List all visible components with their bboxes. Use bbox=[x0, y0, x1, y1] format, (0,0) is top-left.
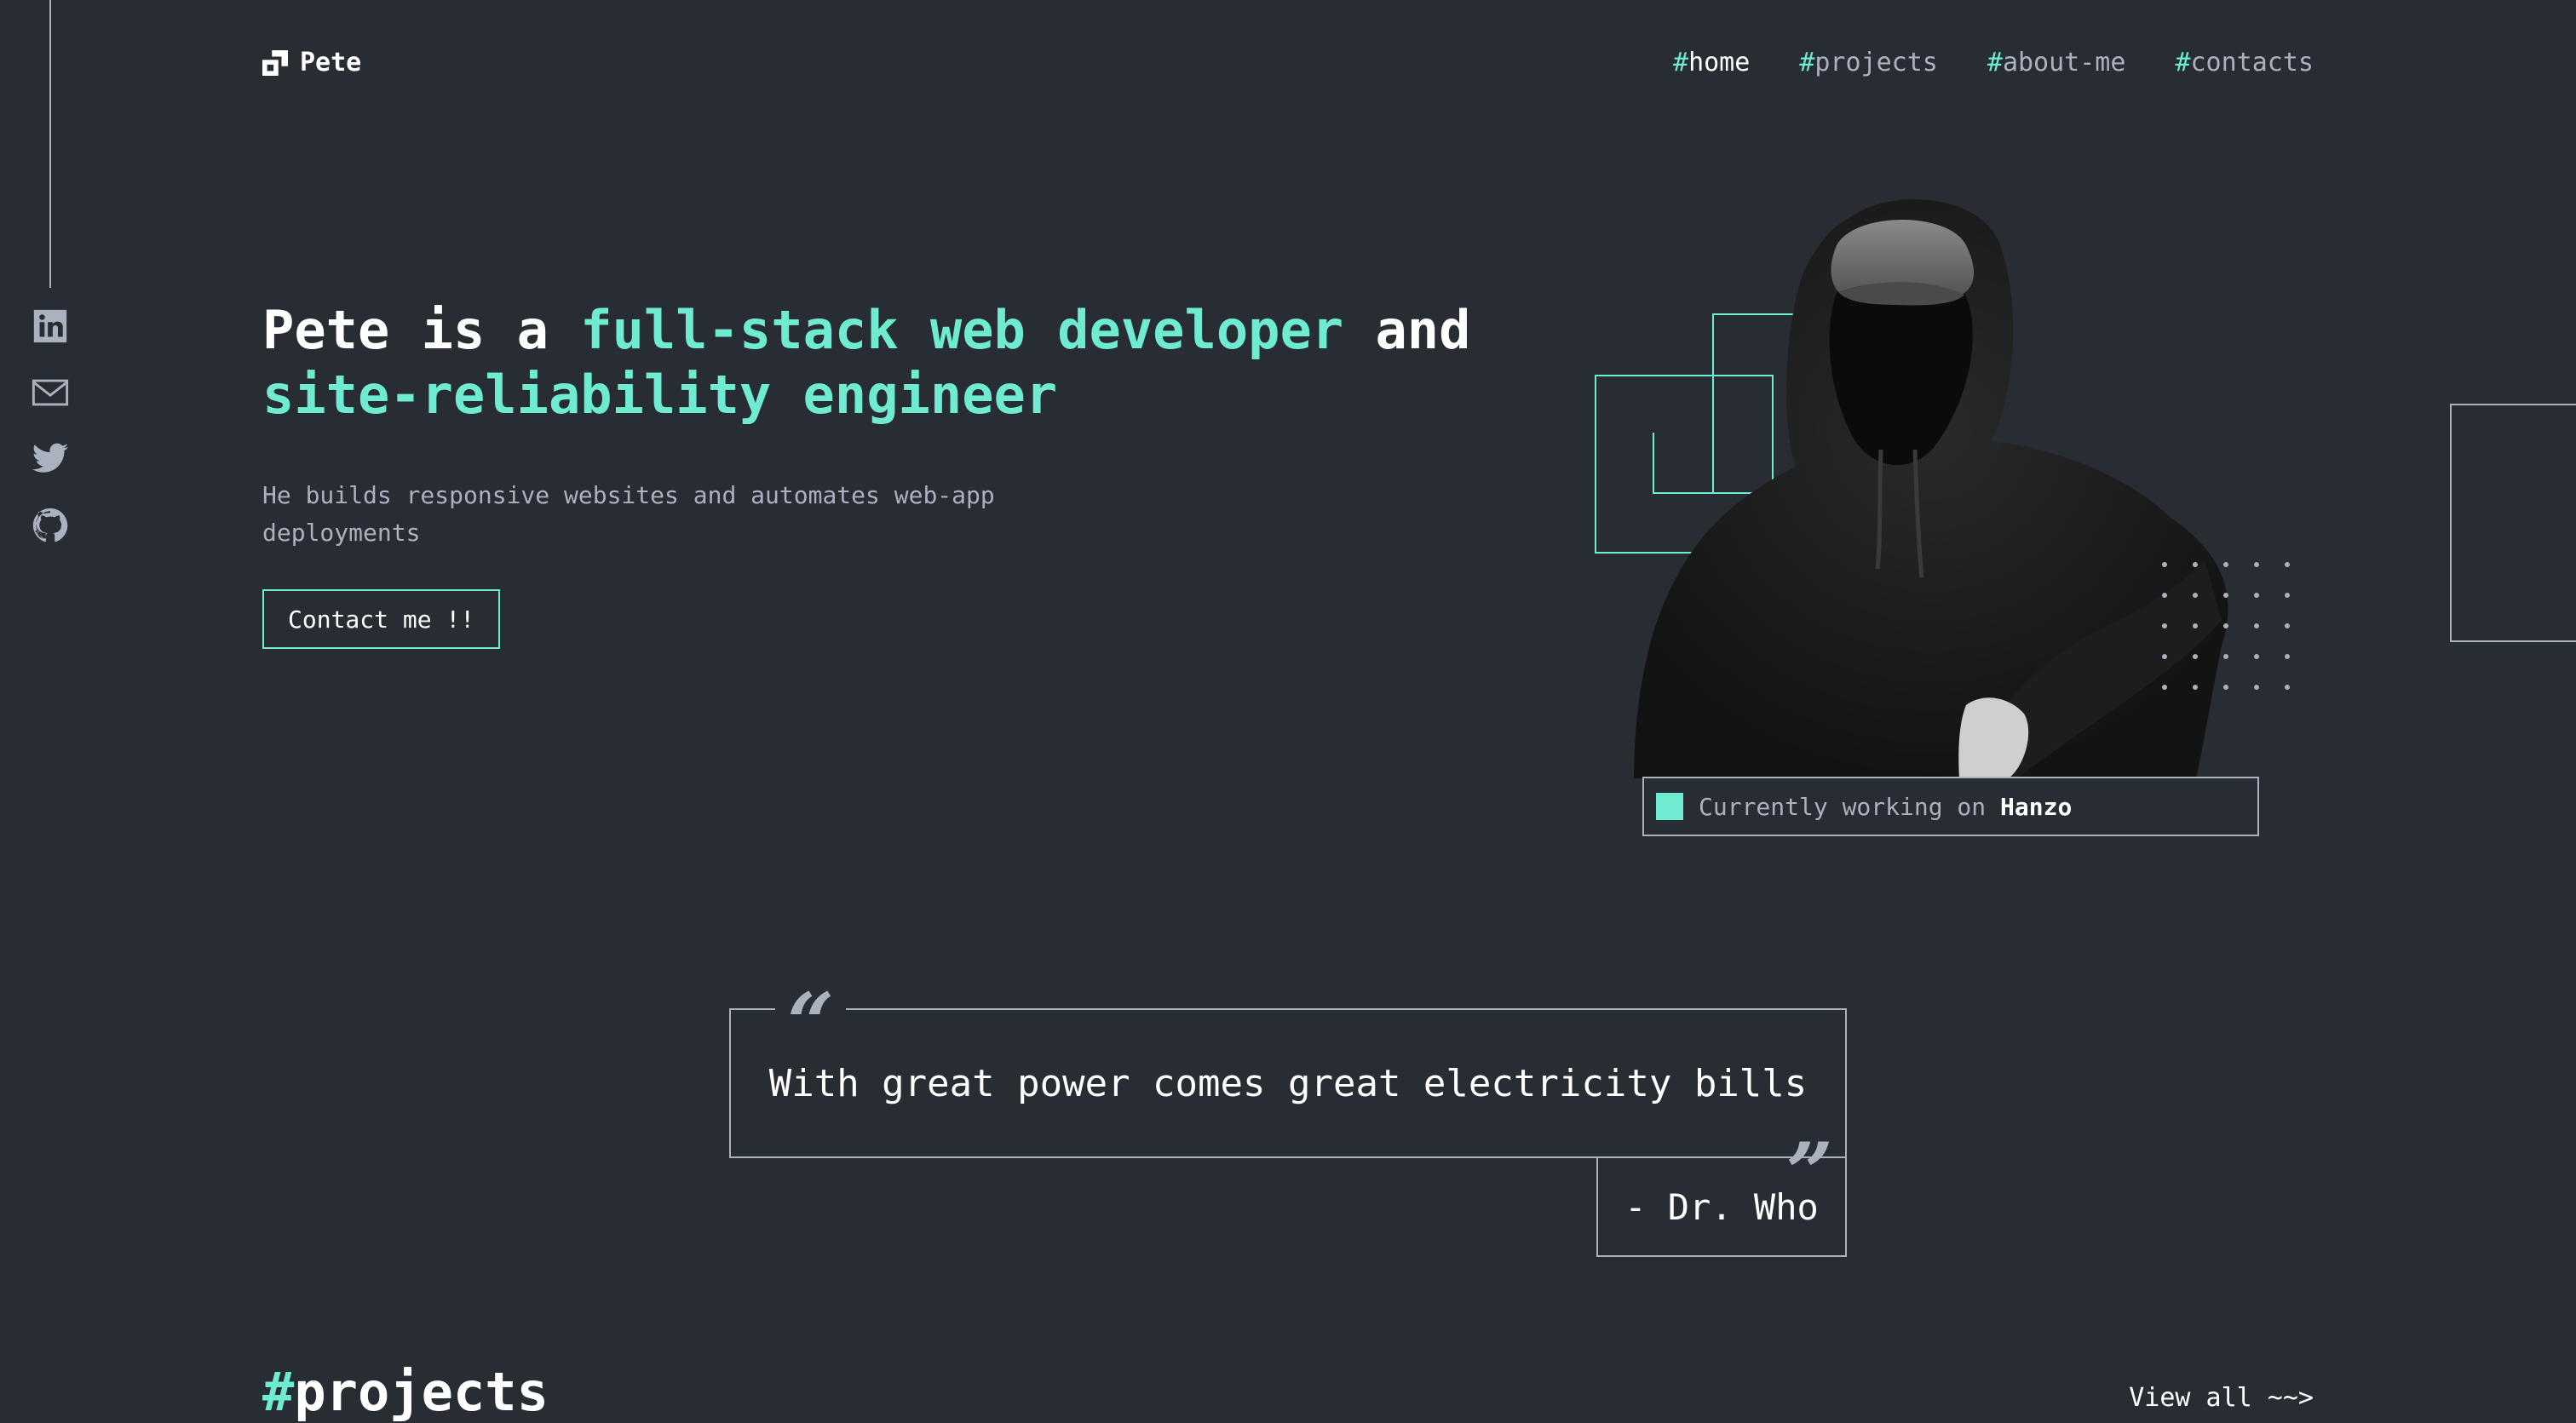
twitter-link[interactable] bbox=[29, 438, 72, 480]
status-text: Currently working on Hanzo bbox=[1699, 793, 2072, 821]
github-icon bbox=[32, 508, 68, 542]
sidebar-line bbox=[49, 0, 51, 288]
projects-section-title: #projects bbox=[262, 1361, 549, 1423]
view-all-link[interactable]: View all ~~> bbox=[2129, 1383, 2314, 1413]
site-logo[interactable]: Pete bbox=[262, 48, 361, 77]
quote-author-box: - Dr. Who bbox=[1596, 1156, 1847, 1257]
hero-title-text: and bbox=[1343, 299, 1471, 361]
decor-box-right bbox=[2450, 404, 2576, 642]
logo-icon bbox=[262, 49, 288, 76]
quote-text: With great power comes great electricity… bbox=[768, 1061, 1808, 1105]
status-project: Hanzo bbox=[2000, 792, 2073, 821]
nav-about-me[interactable]: #about-me bbox=[1987, 48, 2126, 77]
status-prefix: Currently working on bbox=[1699, 792, 2001, 821]
nav-projects-label: projects bbox=[1814, 48, 1938, 77]
dots-pattern bbox=[2162, 562, 2290, 690]
hero-title-text: Pete is a bbox=[262, 299, 581, 361]
contact-me-button[interactable]: Contact me !! bbox=[262, 589, 501, 649]
nav-hash: # bbox=[1799, 48, 1815, 77]
logo-text: Pete bbox=[300, 48, 362, 77]
linkedin-icon bbox=[33, 309, 67, 343]
nav-hash: # bbox=[2175, 48, 2191, 77]
nav-hash: # bbox=[1673, 48, 1689, 77]
quote-open-icon: “ bbox=[775, 983, 847, 1034]
email-link[interactable] bbox=[29, 371, 72, 414]
hero-photo bbox=[1625, 194, 2315, 778]
nav-contacts[interactable]: #contacts bbox=[2175, 48, 2314, 77]
nav-hash: # bbox=[1987, 48, 2003, 77]
nav-contacts-label: contacts bbox=[2190, 48, 2314, 77]
nav-projects[interactable]: #projects bbox=[1799, 48, 1938, 77]
linkedin-link[interactable] bbox=[29, 305, 72, 347]
nav-about-me-label: about-me bbox=[2002, 48, 2126, 77]
nav-home-label: home bbox=[1688, 48, 1751, 77]
section-hash: # bbox=[262, 1361, 295, 1423]
hero-subtitle: He builds responsive websites and automa… bbox=[262, 481, 995, 547]
mail-icon bbox=[32, 379, 69, 406]
main-nav: #home #projects #about-me #contacts bbox=[1673, 48, 2314, 77]
status-badge: Currently working on Hanzo bbox=[1642, 777, 2259, 836]
github-link[interactable] bbox=[29, 504, 72, 547]
nav-home[interactable]: #home bbox=[1673, 48, 1750, 77]
section-title-text: projects bbox=[294, 1361, 549, 1423]
hero-title: Pete is a full-stack web developer and s… bbox=[262, 298, 1472, 427]
hero-title-accent: full-stack web developer bbox=[580, 299, 1344, 361]
twitter-icon bbox=[32, 443, 69, 473]
status-indicator bbox=[1656, 793, 1683, 820]
quote-author: - Dr. Who bbox=[1624, 1185, 1819, 1228]
quote-box: “ With great power comes great electrici… bbox=[729, 983, 1847, 1184]
hero-title-accent: site-reliability engineer bbox=[262, 364, 1058, 426]
